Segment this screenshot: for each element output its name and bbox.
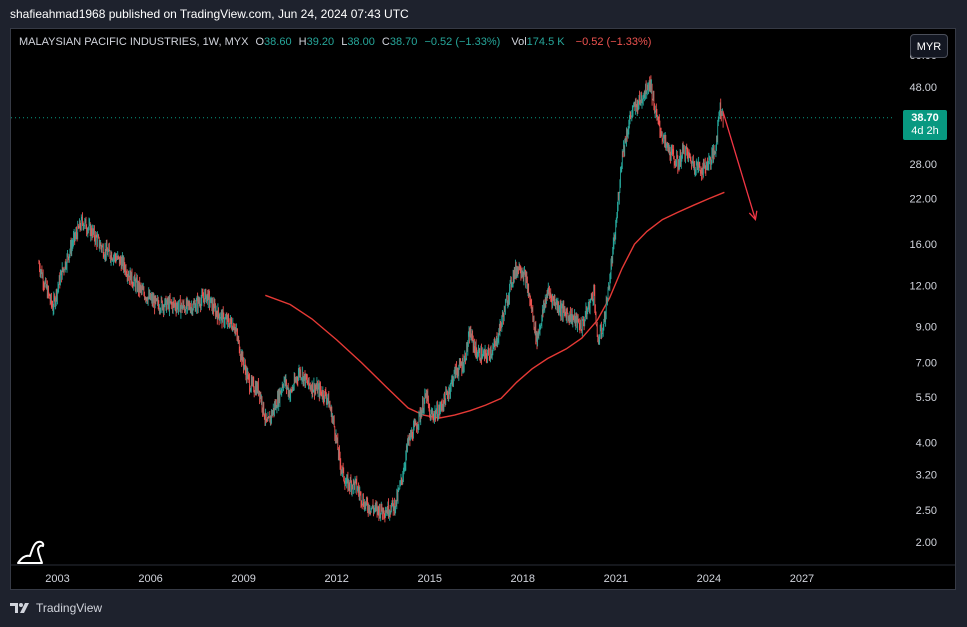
currency-button[interactable]: MYR: [910, 34, 948, 58]
price-tick-label: 2.50: [916, 505, 937, 517]
moving-average-layer: [265, 191, 725, 419]
publisher-credit: shafieahmad1968 published on TradingView…: [10, 7, 409, 21]
open-label: O: [255, 36, 265, 48]
price-tick-label: 4.00: [916, 438, 937, 450]
time-tick-label: 2021: [604, 573, 628, 585]
price-tick-label: 28.00: [909, 159, 937, 171]
chart-panel[interactable]: 2.00 2.50 3.20 4.00 5.50 7.00 9.00 12.00 16.00 22…: [10, 28, 956, 590]
price-tick-label: 48.00: [909, 82, 937, 94]
time-tick-label: 2018: [511, 573, 535, 585]
high-label: H: [298, 36, 307, 48]
tradingview-wordmark: TradingView: [36, 601, 103, 615]
price-tick-label: 16.00: [909, 239, 937, 251]
volume-change: −0.52 (−1.33%): [575, 36, 652, 48]
time-axis[interactable]: 2003 2006 2009 2012 2015 2018 2021 2024 2027: [11, 564, 955, 585]
bar-countdown: 4d 2h: [911, 124, 939, 137]
price-tick-label: 3.20: [916, 470, 937, 482]
low-value: 38.00: [347, 36, 375, 48]
volume-value: 174.5 K: [526, 36, 565, 48]
price-tick-label: 9.00: [916, 322, 937, 334]
candles-layer: [38, 75, 724, 523]
tradingview-brand[interactable]: TradingView: [10, 601, 102, 615]
symbol-legend: MALAYSIAN PACIFIC INDUSTRIES, 1W, MYX O3…: [19, 36, 651, 48]
price-chart[interactable]: 2.00 2.50 3.20 4.00 5.50 7.00 9.00 12.00 16.00 22…: [11, 29, 955, 589]
last-price-tag: 38.70 4d 2h: [903, 109, 947, 140]
time-tick-label: 2003: [45, 573, 69, 585]
time-tick-label: 2012: [324, 573, 348, 585]
time-tick-label: 2006: [138, 573, 162, 585]
open-value: 38.60: [264, 36, 292, 48]
time-tick-label: 2024: [697, 573, 721, 585]
projection-arrow-layer: [722, 111, 758, 222]
close-label: C: [381, 36, 390, 48]
projection-arrow-line: [722, 111, 757, 220]
price-tick-label: 2.00: [916, 537, 937, 549]
time-tick-label: 2009: [231, 573, 255, 585]
time-tick-label: 2015: [417, 573, 441, 585]
price-tick-label: 7.00: [916, 358, 937, 370]
last-price-value: 38.70: [911, 111, 939, 124]
change-value: −0.52 (−1.33%): [424, 36, 501, 48]
symbol-title: MALAYSIAN PACIFIC INDUSTRIES, 1W, MYX: [19, 36, 249, 48]
volume-label: Vol: [511, 36, 527, 48]
close-value: 38.70: [389, 36, 418, 48]
price-tick-label: 5.50: [916, 392, 937, 404]
dino-logo-icon: [17, 540, 45, 564]
tradingview-logo-icon: [10, 603, 29, 613]
high-value: 39.20: [306, 36, 335, 48]
moving-average-line: [265, 191, 725, 419]
price-tick-label: 12.00: [909, 280, 937, 292]
price-tick-label: 22.00: [909, 194, 937, 206]
time-tick-label: 2027: [790, 573, 814, 585]
